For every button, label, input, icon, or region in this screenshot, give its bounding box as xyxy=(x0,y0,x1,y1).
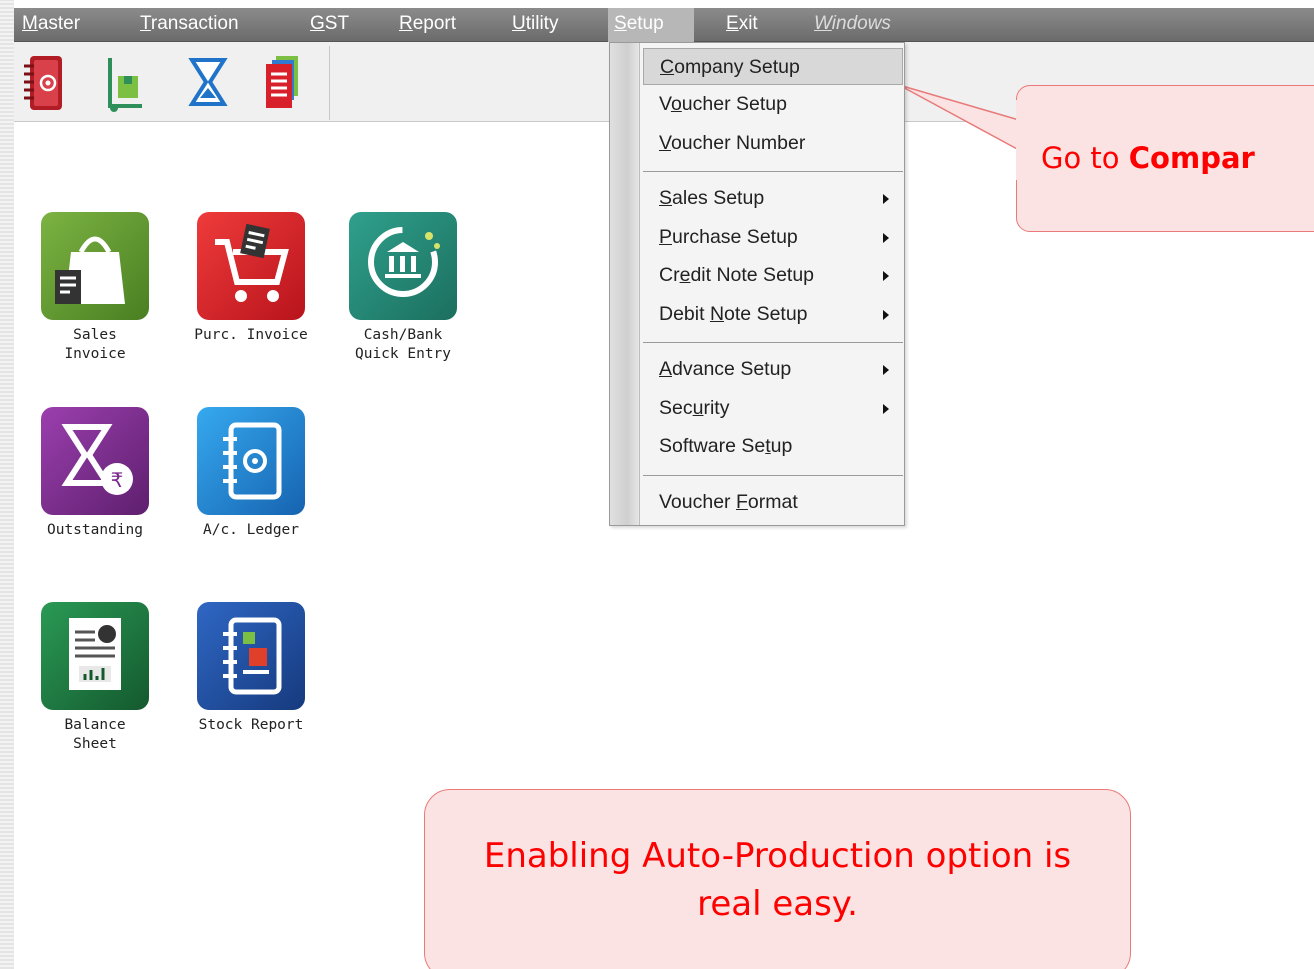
menu-item-advance-setup[interactable]: Advance Setup xyxy=(643,351,903,388)
menu-item-voucher-number[interactable]: Voucher Number xyxy=(643,125,903,162)
hourglass-sigma-icon[interactable] xyxy=(186,50,230,116)
document-stack-icon[interactable] xyxy=(262,50,306,116)
menu-item-security[interactable]: Security xyxy=(643,390,903,427)
submenu-arrow-icon xyxy=(883,194,889,204)
toolbar-separator xyxy=(329,46,330,120)
tile-label: Sales Invoice xyxy=(64,327,126,362)
tile-label: Cash/Bank Quick Entry xyxy=(354,327,452,362)
menu-item-voucher-format[interactable]: Voucher Format xyxy=(643,484,903,521)
submenu-arrow-icon xyxy=(883,365,889,375)
purchase-cart-icon xyxy=(197,212,305,320)
submenu-arrow-icon xyxy=(883,404,889,414)
callout-pointer xyxy=(898,84,1020,152)
menu-separator xyxy=(643,342,903,343)
menu-transaction[interactable]: Transaction xyxy=(134,8,245,42)
tile-label: Stock Report xyxy=(198,717,304,733)
svg-text:₹: ₹ xyxy=(111,468,124,492)
setup-dropdown-menu: Company Setup Voucher Setup Voucher Numb… xyxy=(609,42,905,526)
tile-label: Purc. Invoice xyxy=(194,327,308,343)
tile-stock-report[interactable]: Stock Report xyxy=(186,602,316,735)
bank-icon xyxy=(349,212,457,320)
menu-item-debit-note-setup[interactable]: Debit Note Setup xyxy=(643,296,903,333)
menu-windows[interactable]: Windows xyxy=(808,8,897,42)
tile-label: A/c. Ledger xyxy=(202,522,300,538)
tile-purc-invoice[interactable]: Purc. Invoice xyxy=(186,212,316,345)
callout-company-setup-text: Go to Compar xyxy=(1041,141,1255,175)
stock-report-icon xyxy=(197,602,305,710)
menu-setup[interactable]: Setup xyxy=(608,8,694,42)
callout-line-2: real easy. xyxy=(697,884,858,924)
menu-report[interactable]: Report xyxy=(393,8,462,42)
menu-item-company-setup[interactable]: Company Setup xyxy=(643,48,903,85)
menu-item-voucher-setup[interactable]: Voucher Setup xyxy=(643,86,903,123)
balance-sheet-icon xyxy=(41,602,149,710)
menu-item-sales-setup[interactable]: Sales Setup xyxy=(643,180,903,217)
hourglass-rupee-icon: ₹ xyxy=(41,407,149,515)
left-edge-strip xyxy=(0,0,14,969)
stock-trolley-icon[interactable] xyxy=(104,50,148,116)
menu-utility[interactable]: Utility xyxy=(506,8,564,42)
submenu-arrow-icon xyxy=(883,271,889,281)
menu-exit[interactable]: Exit xyxy=(720,8,764,42)
callout-auto-production: Enabling Auto-Production option is real … xyxy=(424,789,1131,969)
menu-master[interactable]: Master xyxy=(16,8,86,42)
tile-label: Outstanding xyxy=(46,522,144,538)
tile-balance-sheet[interactable]: Balance Sheet xyxy=(30,602,160,754)
menu-separator xyxy=(643,171,903,172)
tile-ac-ledger[interactable]: A/c. Ledger xyxy=(186,407,316,540)
callout-pointer-joint xyxy=(1016,100,1022,180)
menu-bar: Master Transaction GST Report Utility Se… xyxy=(14,8,1314,42)
tile-sales-invoice[interactable]: Sales Invoice xyxy=(30,212,160,364)
menu-gst[interactable]: GST xyxy=(304,8,355,42)
menu-item-software-setup[interactable]: Software Setup xyxy=(643,428,903,465)
ledger-icon xyxy=(197,407,305,515)
menu-separator xyxy=(643,475,903,476)
sales-invoice-bag-icon xyxy=(41,212,149,320)
ledger-book-icon[interactable] xyxy=(22,50,66,116)
tile-label: Balance Sheet xyxy=(64,717,126,752)
submenu-arrow-icon xyxy=(883,233,889,243)
submenu-arrow-icon xyxy=(883,310,889,320)
menu-item-purchase-setup[interactable]: Purchase Setup xyxy=(643,219,903,256)
tile-cash-bank-quick-entry[interactable]: Cash/Bank Quick Entry xyxy=(338,212,468,364)
callout-line-1: Enabling Auto-Production option is xyxy=(483,836,1072,876)
menu-item-credit-note-setup[interactable]: Credit Note Setup xyxy=(643,257,903,294)
menu-gutter xyxy=(610,43,640,525)
tile-outstanding[interactable]: ₹ Outstanding xyxy=(30,407,160,540)
